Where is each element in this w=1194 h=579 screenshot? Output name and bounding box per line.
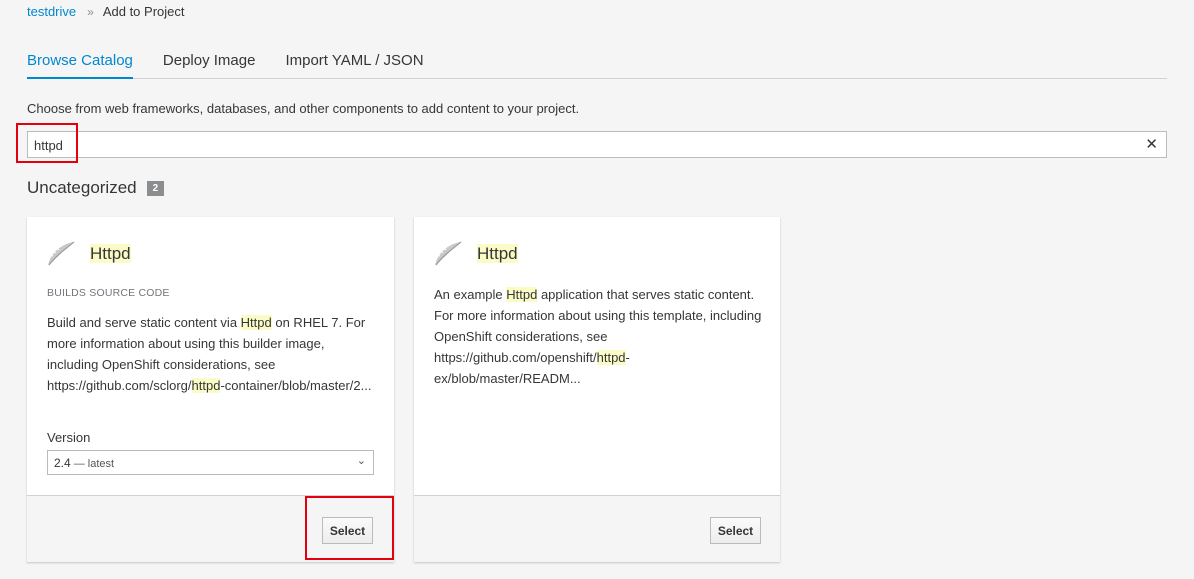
category-name: Uncategorized xyxy=(27,178,137,197)
card-title[interactable]: Httpd xyxy=(90,244,131,264)
select-button[interactable]: Select xyxy=(710,517,761,544)
card-body: Httpd BUILDS SOURCE CODE Build and serve… xyxy=(27,217,394,495)
version-label: Version xyxy=(47,430,91,445)
category-heading: Uncategorized 2 xyxy=(27,178,165,198)
version-value: 2.4 — latest xyxy=(54,456,115,470)
intro-text: Choose from web frameworks, databases, a… xyxy=(27,101,580,116)
chevron-down-icon: ⌄ xyxy=(356,455,366,467)
category-count-badge: 2 xyxy=(146,180,165,196)
card-description: Build and serve static content via Httpd… xyxy=(47,315,372,393)
card-footer: Select xyxy=(27,495,394,562)
tab-import-yaml-json[interactable]: Import YAML / JSON xyxy=(285,44,423,79)
catalog-search: ✕ xyxy=(27,131,1167,158)
feather-icon xyxy=(435,241,462,266)
tab-browse-catalog[interactable]: Browse Catalog xyxy=(27,44,133,79)
catalog-tabs: Browse Catalog Deploy Image Import YAML … xyxy=(27,44,1167,79)
card-body: Httpd An example Httpd application that … xyxy=(414,217,780,495)
select-button[interactable]: Select xyxy=(322,517,373,544)
feather-icon xyxy=(48,241,75,266)
clear-search-icon[interactable]: ✕ xyxy=(1145,135,1158,153)
breadcrumb-current: Add to Project xyxy=(102,4,185,19)
catalog-card-httpd-builder: Httpd BUILDS SOURCE CODE Build and serve… xyxy=(27,217,394,562)
search-input[interactable] xyxy=(34,136,1134,154)
breadcrumb-separator: » xyxy=(87,4,94,19)
catalog-card-httpd-template: Httpd An example Httpd application that … xyxy=(414,217,780,562)
breadcrumb-project-link[interactable]: testdrive xyxy=(27,4,76,19)
card-description: An example Httpd application that serves… xyxy=(434,287,762,386)
card-footer: Select xyxy=(414,495,780,562)
add-to-project-page: testdrive » Add to Project Browse Catalo… xyxy=(0,0,1194,579)
version-select[interactable]: 2.4 — latest ⌄ xyxy=(47,450,374,475)
breadcrumb: testdrive » Add to Project xyxy=(27,4,184,19)
card-title[interactable]: Httpd xyxy=(477,244,518,264)
tab-deploy-image[interactable]: Deploy Image xyxy=(163,44,256,79)
card-subtitle: BUILDS SOURCE CODE xyxy=(47,287,170,299)
